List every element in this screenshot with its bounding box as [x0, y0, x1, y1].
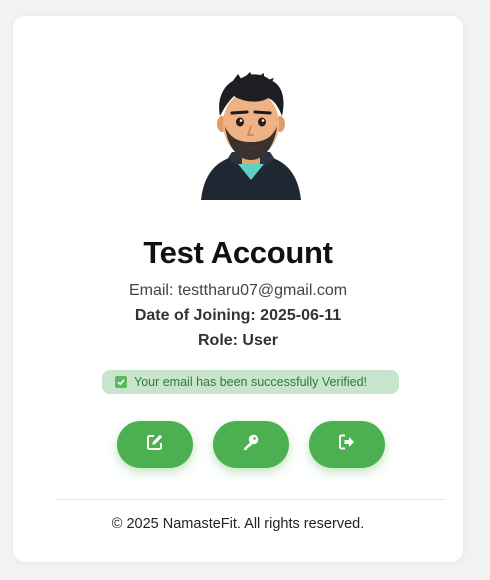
role-text: Role: User — [197, 332, 279, 349]
profile-name: Test Account — [143, 235, 333, 270]
email-text: Email: testtharu07@gmail.com — [128, 282, 348, 299]
logout-button[interactable] — [309, 421, 385, 468]
avatar — [198, 72, 304, 202]
joining-date-text: Date of Joining: 2025-06-11 — [134, 307, 342, 324]
key-icon — [242, 433, 260, 456]
verified-status-text: Your email has been successfully Verifie… — [134, 375, 368, 389]
checkbox-checked-icon — [115, 376, 127, 388]
edit-icon — [146, 433, 164, 456]
verified-status-badge: Your email has been successfully Verifie… — [102, 370, 399, 394]
footer-divider — [56, 499, 445, 500]
change-password-button[interactable] — [213, 421, 289, 468]
avatar-illustration — [201, 72, 301, 200]
footer-copyright: © 2025 NamasteFit. All rights reserved. — [111, 516, 365, 532]
profile-card: Test Account Email: testtharu07@gmail.co… — [13, 16, 463, 562]
logout-icon — [338, 433, 356, 456]
edit-profile-button[interactable] — [117, 421, 193, 468]
